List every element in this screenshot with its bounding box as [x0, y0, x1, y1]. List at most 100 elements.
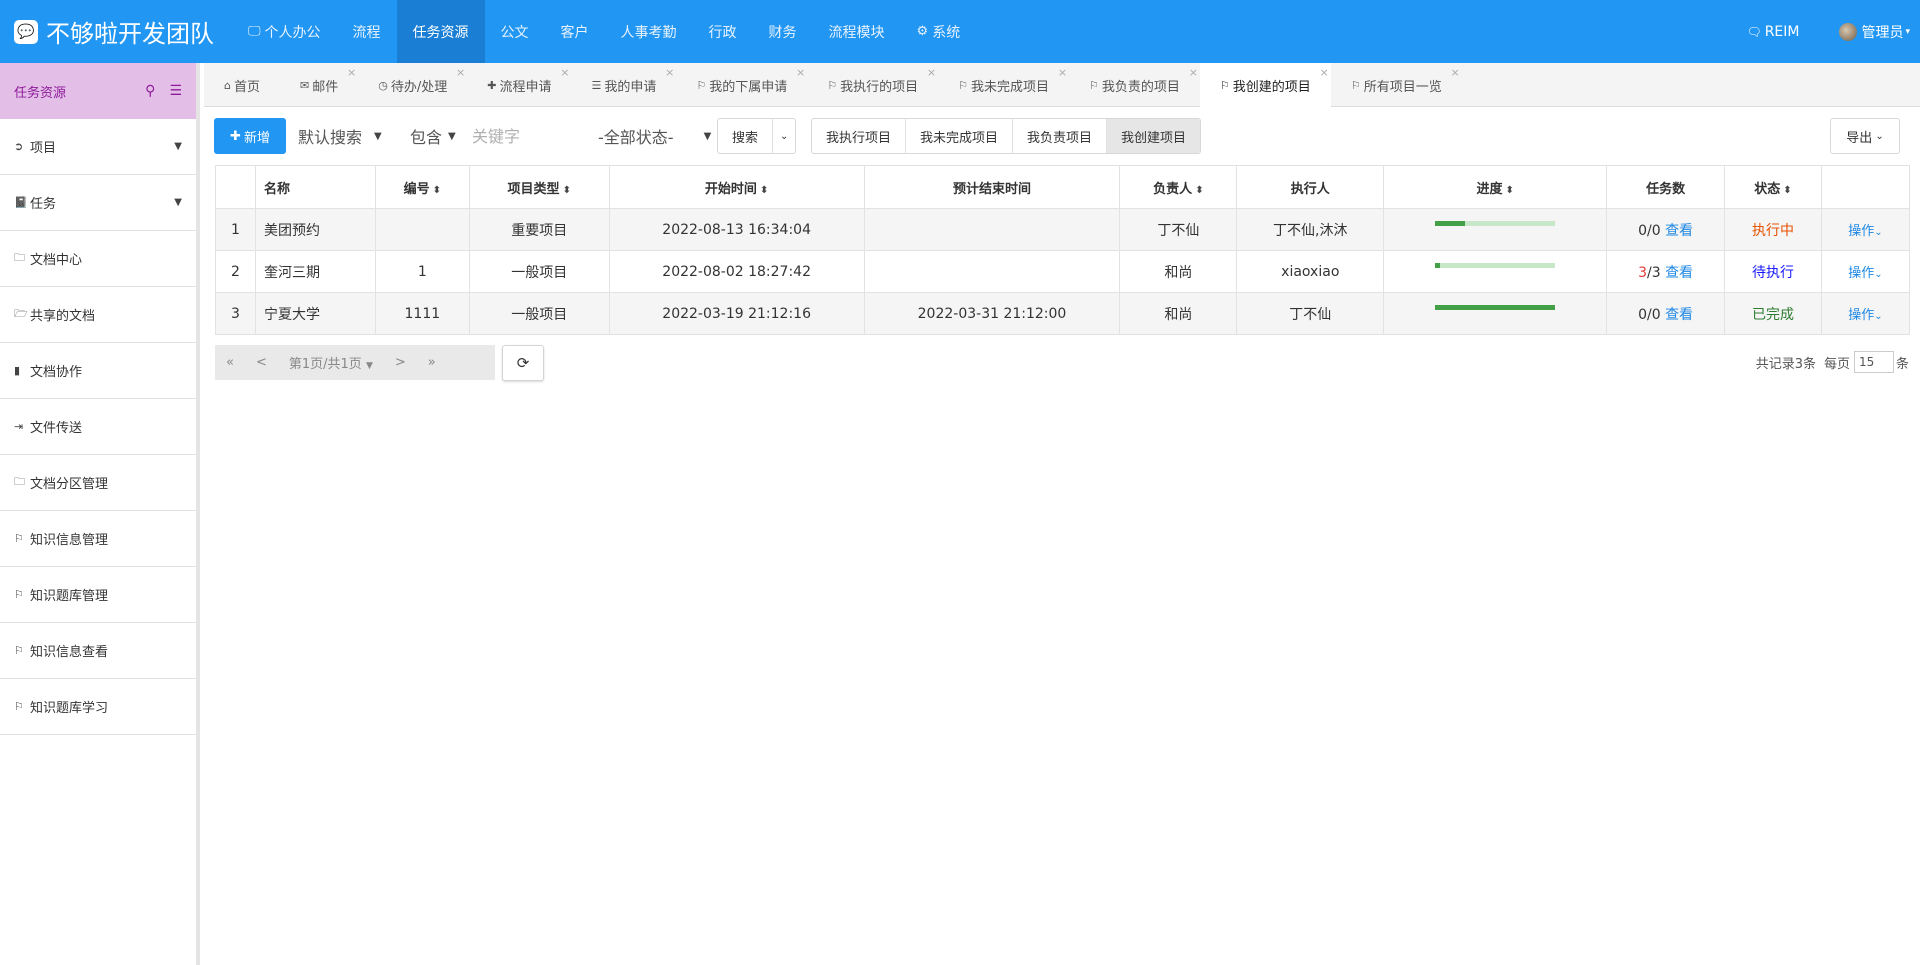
tab[interactable]: ⚐ 我的下属申请 ×	[676, 63, 807, 107]
filter-button[interactable]: 我未完成项目	[906, 119, 1014, 153]
tab[interactable]: ☰ 我的申请 ×	[571, 63, 676, 107]
tab[interactable]: ◷ 待办/处理 ×	[358, 63, 467, 107]
reim-button[interactable]: 🗨 REIM	[1746, 24, 1799, 40]
close-icon[interactable]: ×	[560, 66, 569, 79]
sort-icon: ⬍	[1195, 184, 1204, 196]
tab[interactable]: ✚ 流程申请 ×	[467, 63, 571, 107]
actions-dropdown[interactable]: 操作⌄	[1848, 224, 1882, 239]
filter-button[interactable]: 我创建项目	[1107, 119, 1201, 153]
actions-dropdown[interactable]: 操作⌄	[1848, 266, 1882, 281]
topnav-item[interactable]: 人事考勤	[605, 0, 693, 63]
per-page-input[interactable]	[1853, 351, 1894, 373]
export-button[interactable]: 导出 ⌄	[1830, 118, 1900, 154]
topnav-item[interactable]: 客户	[545, 0, 605, 63]
sidebar-item[interactable]: ⚐ 知识题库学习	[0, 679, 196, 735]
col-type-label: 项目类型	[507, 181, 560, 197]
next-page-button[interactable]: >	[384, 355, 417, 370]
first-page-button[interactable]: «	[215, 355, 245, 370]
tab[interactable]: ✉ 邮件 ×	[280, 63, 358, 107]
per-page-label: 每页	[1823, 356, 1850, 372]
top-menu: 🖵 个人办公 流程 任务资源 公文 客户 人事考勤 行政 财务 流程模块 ⚙ 系统	[232, 0, 976, 63]
topnav-item[interactable]: 任务资源	[396, 0, 485, 63]
reim-label: REIM	[1764, 23, 1800, 40]
tab[interactable]: ⚐ 所有项目一览 ×	[1331, 63, 1462, 107]
close-icon[interactable]: ×	[347, 66, 356, 79]
topnav-label: 个人办公	[264, 24, 321, 41]
caret-down-icon: ▼	[174, 141, 182, 152]
col-start[interactable]: 开始时间 ⬍	[608, 165, 865, 209]
filter-button[interactable]: 我负责项目	[1013, 119, 1108, 153]
cell-tasks: 0/0 查看	[1606, 208, 1726, 251]
close-icon[interactable]: ×	[1189, 66, 1198, 79]
close-icon[interactable]: ×	[1320, 66, 1329, 79]
prev-page-button[interactable]: <	[245, 355, 278, 370]
close-icon[interactable]: ×	[796, 66, 805, 79]
search-dropdown-button[interactable]: ⌄	[773, 119, 795, 153]
sidebar-item[interactable]: ➲ 项目 ▼	[0, 119, 196, 175]
cell-progress	[1383, 208, 1608, 251]
close-icon[interactable]: ×	[1058, 66, 1067, 79]
actions-dropdown[interactable]: 操作⌄	[1848, 308, 1882, 323]
search-button[interactable]: 搜索	[718, 119, 774, 153]
view-link[interactable]: 查看	[1665, 265, 1693, 281]
col-owner[interactable]: 负责人 ⬍	[1119, 165, 1238, 209]
tab[interactable]: ⌂ 首页	[204, 63, 280, 107]
topnav-item[interactable]: 财务	[753, 0, 813, 63]
sidebar-item[interactable]: 🗀 文档分区管理	[0, 455, 196, 511]
topnav-item[interactable]: 🖵 个人办公	[232, 0, 337, 63]
sidebar-item[interactable]: 🗀 文档中心	[0, 231, 196, 287]
page-select[interactable]: 第1页/共1页 ▼	[278, 353, 384, 372]
tab-label: 我执行的项目	[840, 79, 919, 95]
topnav-item[interactable]: 流程模块	[813, 0, 901, 63]
match-select[interactable]: 包含 ▼	[410, 118, 456, 154]
search-icon[interactable]: ⚲	[145, 83, 155, 99]
cell-status: 执行中	[1724, 208, 1822, 251]
caret-down-icon: ▼	[374, 130, 382, 142]
sidebar-item[interactable]: 🗁 共享的文档	[0, 287, 196, 343]
sidebar-title: 任务资源	[14, 85, 67, 101]
sidebar-item[interactable]: ⚐ 知识题库管理	[0, 567, 196, 623]
topnav-label: 人事考勤	[620, 24, 677, 41]
folder-open-icon: 🗁	[14, 307, 28, 320]
cell-type: 重要项目	[468, 208, 610, 251]
status-select[interactable]: -全部状态- ▼	[598, 118, 711, 154]
filter-button[interactable]: 我执行项目	[812, 119, 907, 153]
tab-label: 我的申请	[604, 79, 657, 95]
col-type[interactable]: 项目类型 ⬍	[468, 165, 610, 209]
sidebar-item[interactable]: ⚐ 知识信息查看	[0, 623, 196, 679]
close-icon[interactable]: ×	[1450, 66, 1459, 79]
tab[interactable]: ⚐ 我未完成项目 ×	[938, 63, 1069, 107]
topnav-item[interactable]: ⚙ 系统	[901, 0, 977, 63]
close-icon[interactable]: ×	[927, 66, 936, 79]
sidebar-item[interactable]: ▮ 文档协作	[0, 343, 196, 399]
bookmark-icon: ⚐	[14, 700, 24, 713]
menu-icon[interactable]: ☰	[169, 83, 182, 99]
search-mode-select[interactable]: 默认搜索 ▼	[298, 118, 382, 154]
tab[interactable]: ⚐ 我执行的项目 ×	[807, 63, 938, 107]
tab[interactable]: ⚐ 我创建的项目 ×	[1199, 63, 1331, 107]
view-link[interactable]: 查看	[1665, 307, 1693, 323]
col-progress[interactable]: 进度 ⬍	[1383, 165, 1608, 209]
col-num[interactable]: 编号 ⬍	[374, 165, 470, 209]
refresh-button[interactable]: ⟳	[502, 345, 544, 381]
user-menu[interactable]: 管理员 ▾	[1839, 22, 1910, 42]
bookmark-icon: ⚐	[14, 532, 24, 545]
last-page-button[interactable]: »	[417, 355, 447, 370]
topnav-item[interactable]: 流程	[337, 0, 397, 63]
topnav-item[interactable]: 行政	[693, 0, 753, 63]
view-link[interactable]: 查看	[1665, 223, 1693, 239]
col-status[interactable]: 状态 ⬍	[1724, 165, 1822, 209]
topnav-item[interactable]: 公文	[485, 0, 545, 63]
close-icon[interactable]: ×	[456, 66, 465, 79]
brand[interactable]: 💬 不够啦开发团队	[14, 0, 214, 63]
sidebar-item[interactable]: ⇥ 文件传送	[0, 399, 196, 455]
bookmark-icon: ⚐	[14, 644, 24, 657]
sidebar-item[interactable]: 📓 任务 ▼	[0, 175, 196, 231]
sidebar-item[interactable]: ⚐ 知识信息管理	[0, 511, 196, 567]
keyword-input[interactable]	[472, 118, 592, 154]
sort-icon: ⬍	[432, 184, 442, 196]
tasks-done: 3	[1638, 264, 1647, 281]
close-icon[interactable]: ×	[665, 66, 674, 79]
add-button[interactable]: ✚ 新增	[214, 118, 286, 154]
tab[interactable]: ⚐ 我负责的项目 ×	[1069, 63, 1200, 107]
